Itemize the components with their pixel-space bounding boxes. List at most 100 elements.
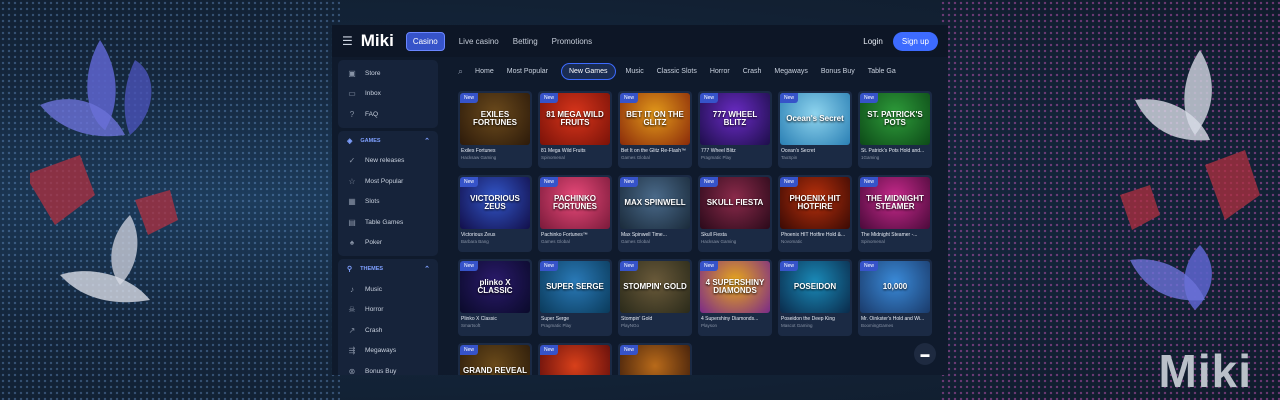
game-card[interactable]: New <box>538 343 612 375</box>
sidebar-item-poker[interactable]: ♠ Poker <box>338 233 438 254</box>
game-title[interactable]: Stompin' Gold <box>621 316 691 322</box>
chevron-up-icon: ⌃ <box>424 137 430 145</box>
game-art-title: plinko X CLASSIC <box>477 278 513 295</box>
game-provider: Playson <box>701 323 718 328</box>
sidebar-item-table-games[interactable]: ▤ Table Games <box>338 212 438 233</box>
game-art-title: MAX SPINWELL <box>624 198 686 207</box>
game-card[interactable]: SUPER SERGE New Super Serge Pragmatic Play <box>538 259 612 336</box>
filter-chip[interactable]: Music <box>626 68 644 75</box>
game-provider: Pragmatic Play <box>701 155 732 160</box>
game-title[interactable]: 777 Wheel Blitz <box>701 148 771 154</box>
new-badge: New <box>620 177 639 187</box>
game-title[interactable]: 4 Supershiny Diamonds... <box>701 316 771 322</box>
sidebar-item-music[interactable]: ♪ Music <box>338 279 438 300</box>
filter-chip[interactable]: Horror <box>710 68 730 75</box>
filter-chip[interactable]: Bonus Buy <box>821 68 855 75</box>
sidebar-item-slots[interactable]: ▦ Slots <box>338 192 438 213</box>
game-card[interactable]: GRAND REVEAL New <box>458 343 532 375</box>
sidebar-item-bonus-buy[interactable]: ⊗ Bonus Buy <box>338 361 438 375</box>
game-title[interactable]: Ocean's Secret <box>781 148 851 154</box>
new-badge: New <box>460 261 479 271</box>
new-badge: New <box>540 177 559 187</box>
game-card[interactable]: STOMPIN' GOLD New Stompin' Gold PlayNGo <box>618 259 692 336</box>
games-section-header[interactable]: ◈ GAMES ⌃ <box>338 131 438 151</box>
game-art-title: THE MIDNIGHT STEAMER <box>866 194 924 211</box>
game-card[interactable]: VICTORIOUS ZEUS New Victorious Zeus Barbara… <box>458 175 532 252</box>
filter-chip[interactable]: New Games <box>560 62 616 80</box>
sidebar-item-new-releases[interactable]: ✓ New releases <box>338 151 438 172</box>
table-icon: ▤ <box>348 217 356 227</box>
game-title[interactable]: Plinko X Classic <box>461 316 531 322</box>
game-title[interactable]: The Midnight Steamer -... <box>861 232 931 238</box>
game-art-title: EXILES FORTUNES <box>473 110 517 127</box>
filter-chip[interactable]: Home <box>475 68 494 75</box>
game-art-title: Ocean's Secret <box>786 114 844 123</box>
game-card[interactable]: 10,000 New Mr. Oinkster's Hold and Wi... Bo… <box>858 259 932 336</box>
game-card[interactable]: ST. PATRICK'S POTS New St. Patrick's Pots … <box>858 91 932 168</box>
nav-live-casino[interactable]: Live casino <box>459 37 499 46</box>
filter-chip[interactable]: Most Popular <box>507 68 548 75</box>
help-icon: ? <box>349 109 355 119</box>
slots-icon: ▦ <box>348 197 356 207</box>
new-badge: New <box>540 345 559 355</box>
filter-chip[interactable]: Crash <box>743 68 762 75</box>
nav-betting[interactable]: Betting <box>513 37 538 46</box>
game-card[interactable]: plinko X CLASSIC New Plinko X Classic Smart… <box>458 259 532 336</box>
game-card[interactable]: MAX SPINWELL New Max Spinwell Time... Games… <box>618 175 692 252</box>
game-title[interactable]: Poseidon the Deep King <box>781 316 851 322</box>
new-icon: ✓ <box>348 156 356 166</box>
sidebar-item-faq[interactable]: ? FAQ <box>338 104 438 125</box>
nav-casino[interactable]: Casino <box>405 31 445 51</box>
filter-chip[interactable]: Table Ga <box>868 68 896 75</box>
game-title[interactable]: Victorious Zeus <box>461 232 531 238</box>
game-card[interactable]: EXILES FORTUNES New Exiles Fortunes Hacksaw… <box>458 91 532 168</box>
game-title[interactable]: Bet It on the Glitz Re-Flash™ <box>621 148 691 154</box>
game-title[interactable]: Phoenix HIT Hotfire Hold &... <box>781 232 851 238</box>
sidebar-item-megaways[interactable]: ⇶ Megaways <box>338 341 438 362</box>
game-card[interactable]: 4 SUPERSHINY DIAMONDS New 4 Supershiny Dia… <box>698 259 772 336</box>
sidebar-item-inbox[interactable]: ▭ Inbox <box>338 84 438 105</box>
top-navigation-bar: ☰ Miki Casino Live casino Betting Promot… <box>332 25 948 57</box>
game-art-title: SUPER SERGE <box>546 282 604 291</box>
signup-button[interactable]: Sign up <box>892 31 938 51</box>
game-title[interactable]: Max Spinwell Time... <box>621 232 691 238</box>
game-card[interactable]: New <box>618 343 692 375</box>
game-card[interactable]: POSEIDON New Poseidon the Deep King Mascot … <box>778 259 852 336</box>
game-title[interactable]: Skull Fiesta <box>701 232 771 238</box>
game-title[interactable]: 81 Mega Wild Fruits <box>541 148 611 154</box>
game-provider: Spinomenal <box>861 239 885 244</box>
chevron-up-icon: ⌃ <box>424 266 430 273</box>
game-title[interactable]: St. Patrick's Pots Hold and... <box>861 148 931 154</box>
game-title[interactable]: Pachinko Fortunes™ <box>541 232 611 238</box>
search-icon[interactable]: ⌕ <box>458 66 463 77</box>
game-title[interactable]: Super Serge <box>541 316 611 322</box>
game-card[interactable]: BET IT ON THE GLITZ New Bet It on the Glit… <box>618 91 692 168</box>
game-card[interactable]: 81 MEGA WILD FRUITS New 81 Mega Wild Fruit… <box>538 91 612 168</box>
game-card[interactable]: PHOENIX HIT HOTFIRE New Phoenix HIT Hotfir… <box>778 175 852 252</box>
game-provider: Games Global <box>621 239 650 244</box>
poker-icon: ♠ <box>349 238 355 248</box>
game-card[interactable]: SKULL FIESTA New Skull Fiesta Hacksaw Gamin… <box>698 175 772 252</box>
chat-icon[interactable]: ▬ <box>914 343 936 365</box>
sidebar-item-horror[interactable]: ☠ Horror <box>338 300 438 321</box>
game-art-title: 777 WHEEL BLITZ <box>712 110 758 127</box>
game-card[interactable]: PACHINKO FORTUNES New Pachinko Fortunes™ Ga… <box>538 175 612 252</box>
sidebar-item-store[interactable]: ▣ Store <box>338 63 438 84</box>
filter-chip[interactable]: Megaways <box>774 68 807 75</box>
game-provider: Games Global <box>541 239 570 244</box>
filter-chip[interactable]: Classic Slots <box>657 68 697 75</box>
sidebar-item-crash[interactable]: ↗ Crash <box>338 320 438 341</box>
login-button[interactable]: Login <box>863 37 883 46</box>
game-card[interactable]: 777 WHEEL BLITZ New 777 Wheel Blitz Pragmat… <box>698 91 772 168</box>
sidebar-item-most-popular[interactable]: ☆ Most Popular <box>338 171 438 192</box>
game-title[interactable]: Mr. Oinkster's Hold and Wi... <box>861 316 931 322</box>
new-badge: New <box>700 261 719 271</box>
logo[interactable]: Miki <box>361 31 394 51</box>
game-title[interactable]: Exiles Fortunes <box>461 148 531 154</box>
new-badge: New <box>620 261 639 271</box>
themes-section-header[interactable]: ⚲ THEMES ⌃ <box>338 259 438 279</box>
hamburger-icon[interactable]: ☰ <box>342 34 353 48</box>
nav-promotions[interactable]: Promotions <box>552 37 592 46</box>
game-card[interactable]: THE MIDNIGHT STEAMER New The Midnight Stea… <box>858 175 932 252</box>
game-card[interactable]: Ocean's Secret New Ocean's Secret TaoSpin <box>778 91 852 168</box>
